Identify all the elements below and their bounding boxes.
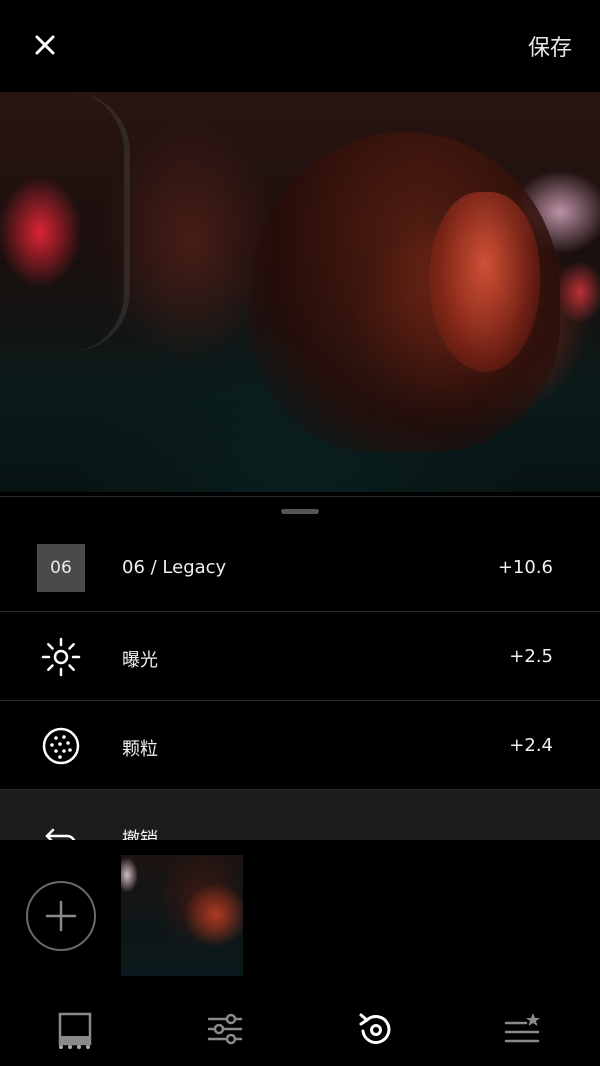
add-photo-button[interactable]: [26, 881, 96, 951]
preset-badge: 06: [37, 544, 85, 592]
grain-icon: [37, 722, 85, 770]
plus-icon: [45, 900, 77, 932]
photo-preview: [0, 92, 600, 492]
close-button[interactable]: [30, 30, 60, 60]
tab-recipes[interactable]: [497, 1004, 547, 1054]
presets-icon: [58, 1012, 92, 1046]
sun-icon: [37, 633, 85, 681]
tab-adjust[interactable]: [200, 1004, 250, 1054]
history-icon: [359, 1013, 391, 1044]
close-icon: [35, 35, 55, 55]
undo-arrow-icon: [37, 816, 85, 840]
adjustment-history-list: 06 06 / Legacy +10.6 曝光 +2.5 颗粒 +2.4 撤销: [0, 523, 600, 840]
history-row-grain[interactable]: 颗粒 +2.4: [0, 701, 600, 790]
history-value: +2.5: [509, 646, 553, 667]
history-label: 06 / Legacy: [122, 557, 227, 578]
bottom-tab-bar: [0, 1000, 600, 1066]
top-bar: 保存: [0, 0, 600, 92]
history-label: 曝光: [122, 650, 158, 671]
tab-history[interactable]: [350, 1004, 400, 1054]
photo-detail: [430, 192, 540, 372]
history-value: +10.6: [497, 557, 553, 578]
photo-thumbnail[interactable]: [121, 855, 243, 976]
tab-indicator-dots: [59, 1045, 90, 1049]
history-label: 撤销: [122, 829, 158, 840]
save-button[interactable]: 保存: [528, 30, 572, 62]
bottom-panel: [0, 840, 600, 1066]
panel-drag-handle[interactable]: [281, 509, 319, 514]
history-label: 颗粒: [122, 739, 158, 760]
history-row-preset[interactable]: 06 06 / Legacy +10.6: [0, 523, 600, 612]
sliders-icon: [207, 1013, 243, 1045]
history-row-exposure[interactable]: 曝光 +2.5: [0, 612, 600, 701]
history-value: +2.4: [509, 735, 553, 756]
photo-detail: [10, 92, 130, 352]
recipes-star-icon: [504, 1013, 540, 1043]
editor-screen: 保存 06 06 / Legacy +10.6 曝光 +2.5 颗粒 +2.4 …: [0, 0, 600, 1066]
panel-top-divider: [0, 496, 600, 497]
history-row-undo[interactable]: 撤销: [0, 790, 600, 840]
